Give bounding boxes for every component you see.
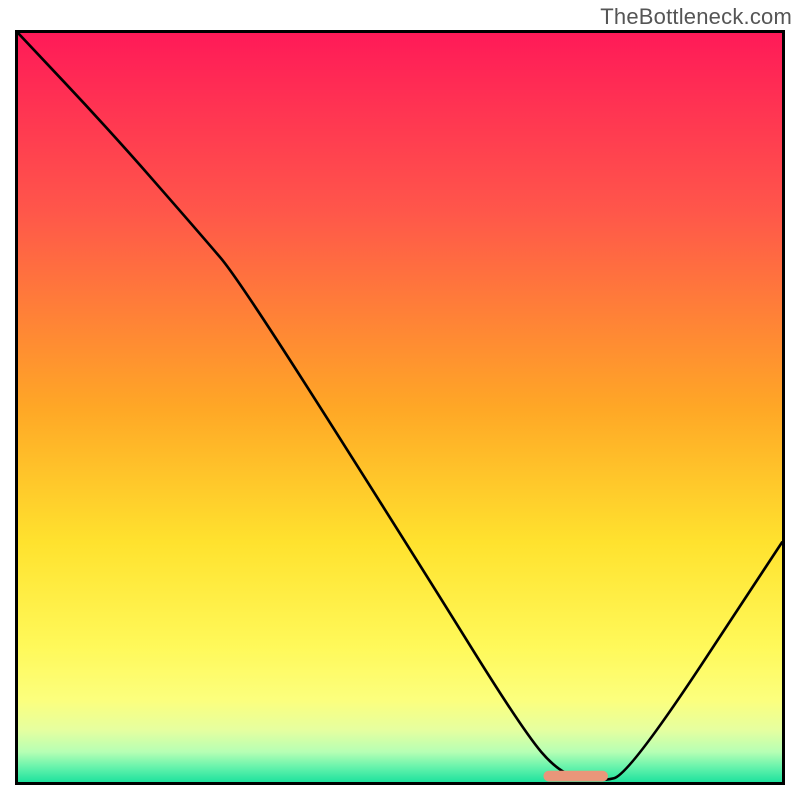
curve-layer (18, 33, 782, 782)
bottleneck-curve-path (18, 33, 782, 780)
chart-container: TheBottleneck.com (0, 0, 800, 800)
watermark-text: TheBottleneck.com (600, 4, 792, 30)
plot-area (15, 30, 785, 785)
